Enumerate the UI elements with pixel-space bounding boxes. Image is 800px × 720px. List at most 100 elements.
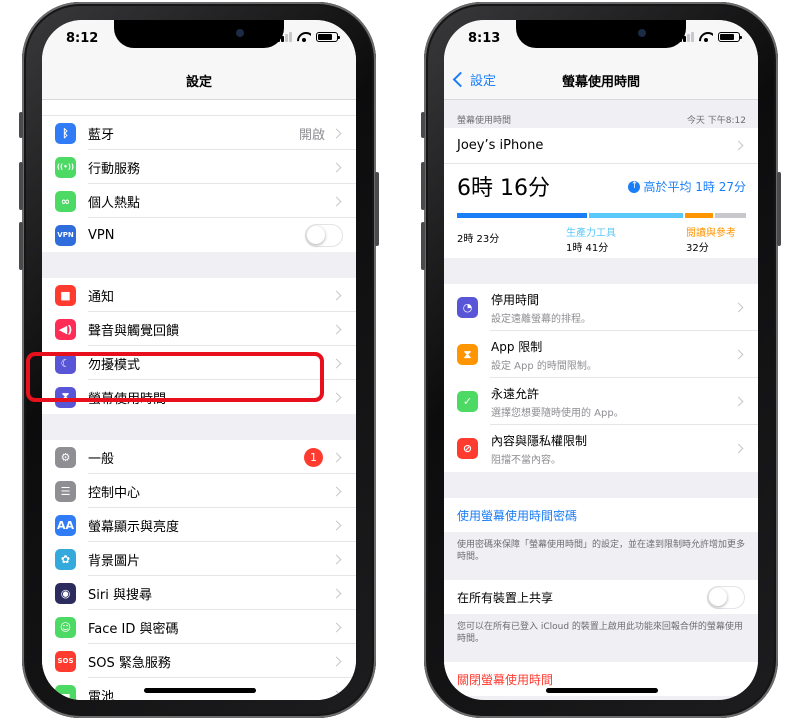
- status-time: 8:12: [66, 31, 99, 46]
- settings-row[interactable]: SOS SOS 緊急服務: [42, 644, 356, 678]
- limit-row[interactable]: ✓ 永遠允許 選擇您想要隨時使用的 App。: [444, 378, 758, 425]
- usage-summary[interactable]: 6時 16分 ↑ 高於平均 1時 27分 2時 23分 生產力工具 1時 41分…: [444, 164, 758, 258]
- notification-badge: 1: [304, 447, 323, 467]
- chevron-right-icon: [733, 349, 744, 360]
- vpn-toggle[interactable]: [305, 223, 343, 247]
- wallpaper-icon: ✿: [55, 548, 76, 570]
- wifi-icon: [297, 32, 311, 42]
- settings-row[interactable]: VPN VPN: [42, 218, 356, 252]
- battery-setting-icon: ▬: [55, 684, 76, 700]
- passcode-footer: 使用密碼來保障「螢幕使用時間」的設定，並在達到限制時允許增加更多時間。: [457, 540, 746, 562]
- volume-down-button: [19, 222, 23, 270]
- wifi-icon: [699, 32, 713, 42]
- camera: [236, 29, 244, 37]
- share-footer: 您可以在所有已登入 iCloud 的裝置上啟用此功能來回報合併的螢幕使用時間。: [457, 622, 743, 644]
- section-header: 螢幕使用時間 今天 下午8:12: [444, 100, 758, 128]
- chevron-right-icon: [331, 656, 342, 666]
- limit-row[interactable]: ⧗ App 限制 設定 App 的時間限制。: [444, 331, 758, 378]
- settings-row[interactable]: ᛒ 藍牙 開啟: [42, 116, 356, 150]
- chevron-right-icon: [331, 486, 342, 496]
- limit-row[interactable]: ◔ 停用時間 設定遠離螢幕的排程。: [444, 284, 758, 331]
- row-label: 一般: [88, 451, 115, 467]
- arrow-up-icon: ↑: [628, 180, 641, 193]
- chevron-right-icon: [331, 128, 342, 138]
- notifications-icon: ■: [55, 284, 76, 306]
- section-date: 今天 下午8:12: [686, 116, 746, 126]
- share-label: 在所有裝置上共享: [457, 590, 554, 605]
- restrictions-icon: ⊘: [457, 438, 478, 459]
- control-center-icon: ☰: [55, 480, 76, 502]
- settings-row[interactable]: ⚙ 一般 1: [42, 440, 356, 474]
- device-row[interactable]: Joey’s iPhone: [444, 128, 758, 164]
- chevron-right-icon: [331, 622, 342, 632]
- battery-icon: [316, 32, 340, 42]
- screen-time-screen: 8:13 設定 螢幕使用時間 螢幕使用時間 今天 下午8:12 Joey’s i…: [444, 20, 758, 700]
- speaker-icon: ◀): [55, 318, 76, 340]
- average-label: 高於平均 1時 27分: [643, 180, 746, 194]
- chevron-right-icon: [733, 302, 744, 313]
- row-label: 背景圖片: [88, 553, 141, 569]
- volume-up-button: [421, 162, 425, 210]
- settings-row[interactable]: ☺ Face ID 與密碼: [42, 610, 356, 644]
- side-button: [375, 172, 379, 246]
- settings-row[interactable]: ◀) 聲音與觸覺回饋: [42, 312, 356, 346]
- row-label: 行動服務: [88, 161, 141, 177]
- limit-subtitle: 阻擋不當內容。: [491, 454, 561, 466]
- average-comparison: ↑ 高於平均 1時 27分: [628, 178, 746, 195]
- screen-time-list[interactable]: 螢幕使用時間 今天 下午8:12 Joey’s iPhone 6時 16分 ↑ …: [444, 100, 758, 700]
- row-label: 藍牙: [88, 127, 115, 143]
- usage-segment: [714, 213, 746, 218]
- settings-row[interactable]: ✿ 背景圖片: [42, 542, 356, 576]
- limit-title: 永遠允許: [491, 386, 540, 401]
- row-label: 通知: [88, 289, 115, 305]
- limit-title: 內容與隱私權限制: [491, 433, 588, 448]
- share-toggle[interactable]: [707, 585, 745, 609]
- chevron-right-icon: [331, 392, 342, 402]
- home-indicator: [546, 688, 658, 693]
- row-label: Siri 與搜尋: [88, 587, 152, 603]
- chevron-right-icon: [331, 588, 342, 598]
- always-allowed-icon: ✓: [457, 391, 478, 412]
- chevron-right-icon: [331, 324, 342, 334]
- limit-row[interactable]: ⊘ 內容與隱私權限制 阻擋不當內容。: [444, 425, 758, 472]
- row-value: 開啟: [298, 127, 325, 143]
- device-name: Joey’s iPhone: [457, 138, 544, 153]
- chevron-right-icon: [331, 452, 342, 462]
- settings-row[interactable]: ◉ Siri 與搜尋: [42, 576, 356, 610]
- chevron-right-icon: [331, 690, 342, 700]
- row-label: Face ID 與密碼: [88, 621, 179, 637]
- row-label: 個人熱點: [88, 195, 141, 211]
- chevron-right-icon: [331, 554, 342, 564]
- mute-switch: [19, 112, 23, 138]
- general-group: ⚙ 一般 1 ☰ 控制中心 AA 螢幕顯示與亮度 ✿ 背景圖片 ◉ Siri 與搜尋 ☺ Face ID…: [42, 440, 356, 700]
- passcode-link[interactable]: 使用螢幕使用時間密碼: [444, 498, 758, 532]
- share-row: 在所有裝置上共享: [444, 580, 758, 614]
- settings-row[interactable]: ((•)) 行動服務: [42, 150, 356, 184]
- section-label: 螢幕使用時間: [457, 116, 512, 126]
- page-title: 設定: [185, 75, 212, 90]
- vpn-icon: VPN: [55, 224, 76, 246]
- chevron-right-icon: [331, 520, 342, 530]
- chevron-right-icon: [331, 196, 342, 206]
- settings-row[interactable]: ☰ 控制中心: [42, 474, 356, 508]
- notch: [516, 20, 686, 48]
- limit-title: 停用時間: [491, 292, 540, 307]
- camera: [638, 29, 646, 37]
- settings-row[interactable]: ∞ 個人熱點: [42, 184, 356, 218]
- nav-bar: 設定: [42, 60, 356, 100]
- antenna-icon: ((•)): [55, 156, 76, 178]
- app-limits-icon: ⧗: [457, 344, 478, 365]
- chevron-right-icon: [733, 140, 744, 151]
- settings-row[interactable]: AA 螢幕顯示與亮度: [42, 508, 356, 542]
- volume-up-button: [19, 162, 23, 210]
- settings-row[interactable]: ■ 通知: [42, 278, 356, 312]
- mute-switch: [421, 112, 425, 138]
- side-button: [777, 172, 781, 246]
- hotspot-icon: ∞: [55, 190, 76, 212]
- row-label: SOS 緊急服務: [88, 655, 171, 671]
- total-time: 6時 16分: [457, 176, 550, 201]
- row-label: 控制中心: [88, 485, 141, 501]
- usage-segment: [684, 213, 713, 218]
- notch: [114, 20, 284, 48]
- display-icon: AA: [55, 514, 76, 536]
